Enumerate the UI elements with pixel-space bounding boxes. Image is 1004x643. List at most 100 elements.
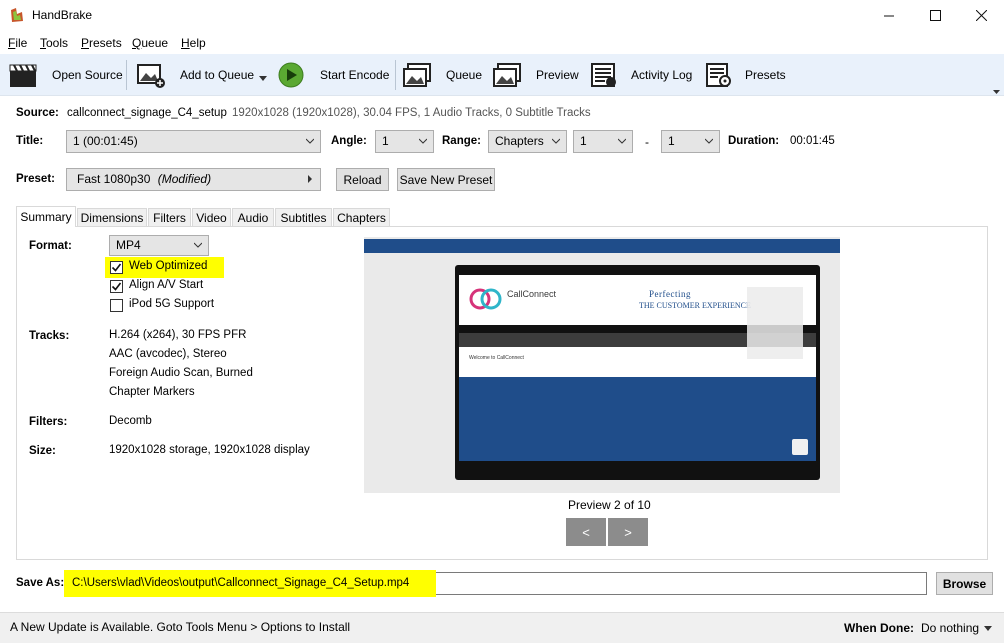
handbrake-logo-icon: [9, 7, 25, 23]
format-label: Format:: [29, 240, 72, 252]
reload-button[interactable]: Reload: [336, 168, 389, 191]
menu-presets[interactable]: Presets: [81, 36, 122, 50]
preview-web-dropdown: [747, 287, 803, 359]
ipod-checkbox[interactable]: [110, 299, 123, 312]
title-label: Title:: [16, 135, 44, 147]
status-bar: A New Update is Available. Goto Tools Me…: [0, 612, 1004, 643]
close-button[interactable]: [958, 0, 1004, 31]
range-separator: -: [645, 135, 649, 149]
add-to-queue-dropdown-icon[interactable]: [259, 71, 267, 85]
minimize-button[interactable]: [866, 0, 912, 31]
chevron-down-icon: [618, 138, 626, 144]
menu-file[interactable]: File: [8, 36, 27, 50]
source-details: 1920x1028 (1920x1028), 30.04 FPS, 1 Audi…: [232, 107, 591, 119]
tracks-label: Tracks:: [29, 330, 70, 342]
size-value: 1920x1028 storage, 1920x1028 display: [109, 444, 310, 456]
range-type-value: Chapters: [495, 134, 544, 148]
chevron-down-icon: [984, 626, 993, 631]
menu-queue-rest: ueue: [141, 36, 169, 50]
angle-dropdown-value: 1: [382, 134, 389, 148]
clapperboard-icon[interactable]: [8, 61, 38, 89]
range-end-dropdown[interactable]: 1: [661, 130, 720, 153]
align-av-label: Align A/V Start: [129, 279, 204, 291]
preview-video-frame: CallConnect Perfecting the customer expe…: [455, 265, 820, 480]
align-av-checkbox[interactable]: [110, 280, 123, 293]
toolbar-separator: [126, 60, 127, 90]
checkmark-icon: [111, 282, 122, 291]
chevron-down-icon: [705, 138, 713, 144]
preview-welcome-text: Welcome to CallConnect: [469, 355, 524, 361]
tab-dimensions[interactable]: Dimensions: [77, 208, 147, 227]
range-label: Range:: [442, 135, 481, 147]
duration-value: 00:01:45: [790, 135, 835, 147]
save-new-preset-button[interactable]: Save New Preset: [397, 168, 495, 191]
chevron-down-icon: [419, 138, 427, 144]
tab-video[interactable]: Video: [192, 208, 231, 227]
tab-summary[interactable]: Summary: [16, 206, 76, 227]
angle-dropdown[interactable]: 1: [375, 130, 434, 153]
play-icon[interactable]: [276, 61, 306, 89]
format-dropdown[interactable]: MP4: [109, 235, 209, 256]
tab-filters[interactable]: Filters: [148, 208, 191, 227]
range-start-dropdown[interactable]: 1: [573, 130, 633, 153]
update-message: A New Update is Available. Goto Tools Me…: [10, 620, 351, 634]
track-item: Foreign Audio Scan, Burned: [109, 367, 253, 379]
chevron-down-icon: [552, 138, 560, 144]
toolbar-overflow-icon[interactable]: [993, 84, 1000, 98]
tab-chapters[interactable]: Chapters: [333, 208, 390, 227]
recaptcha-icon: [792, 439, 808, 455]
menu-queue[interactable]: Queue: [132, 36, 168, 50]
activity-log-button[interactable]: Activity Log: [631, 68, 692, 82]
source-label: Source:: [16, 107, 59, 119]
save-as-label: Save As:: [16, 577, 65, 589]
chevron-right-icon: [308, 175, 312, 183]
menu-tools[interactable]: Tools: [40, 36, 68, 50]
browse-button[interactable]: Browse: [936, 572, 993, 595]
menu-presets-rest: resets: [89, 36, 122, 50]
track-item: H.264 (x264), 30 FPS PFR: [109, 329, 247, 341]
menu-help-key: H: [181, 36, 190, 50]
toolbar-separator: [395, 60, 396, 90]
chevron-down-icon: [306, 138, 314, 144]
chevron-down-icon: [194, 242, 202, 248]
queue-icon[interactable]: [402, 61, 432, 89]
tab-subtitles[interactable]: Subtitles: [275, 208, 332, 227]
add-to-queue-button[interactable]: Add to Queue: [180, 68, 254, 82]
menu-presets-key: P: [81, 36, 90, 50]
menu-file-rest: ile: [15, 36, 28, 50]
when-done-value: Do nothing: [921, 621, 980, 635]
menu-help[interactable]: Help: [181, 36, 206, 50]
ipod-label: iPod 5G Support: [129, 298, 215, 310]
tab-audio[interactable]: Audio: [232, 208, 274, 227]
preview-brand-text: CallConnect: [507, 289, 557, 299]
preset-selector[interactable]: Fast 1080p30 (Modified): [66, 168, 321, 191]
range-type-dropdown[interactable]: Chapters: [488, 130, 567, 153]
menu-help-rest: elp: [189, 36, 206, 50]
add-image-icon[interactable]: [136, 61, 166, 89]
web-optimized-checkbox[interactable]: [110, 261, 123, 274]
presets-button[interactable]: Presets: [745, 68, 786, 82]
preview-icon[interactable]: [492, 61, 522, 89]
filters-label: Filters:: [29, 416, 68, 428]
range-end-value: 1: [668, 134, 675, 148]
preview-prev-button[interactable]: <: [566, 518, 606, 546]
menu-queue-key: Q: [132, 36, 142, 50]
presets-gear-icon[interactable]: [704, 61, 734, 89]
web-optimized-label: Web Optimized: [129, 260, 208, 272]
preset-value: Fast 1080p30: [77, 172, 151, 186]
queue-button[interactable]: Queue: [446, 68, 482, 82]
preview-button[interactable]: Preview: [536, 68, 579, 82]
start-encode-button[interactable]: Start Encode: [320, 68, 389, 82]
title-bar: HandBrake: [0, 0, 1004, 32]
open-source-button[interactable]: Open Source: [52, 68, 123, 82]
title-dropdown[interactable]: 1 (00:01:45): [66, 130, 321, 153]
preset-modified: (Modified): [157, 172, 212, 186]
activity-log-icon[interactable]: [589, 61, 619, 89]
window-title: HandBrake: [32, 8, 93, 22]
preview-next-button[interactable]: >: [608, 518, 648, 546]
preview-web-footer: [459, 377, 816, 461]
source-name: callconnect_signage_C4_setup: [67, 107, 227, 119]
when-done-dropdown[interactable]: Do nothing: [921, 621, 993, 635]
maximize-button[interactable]: [912, 0, 958, 31]
duration-label: Duration:: [728, 135, 780, 147]
